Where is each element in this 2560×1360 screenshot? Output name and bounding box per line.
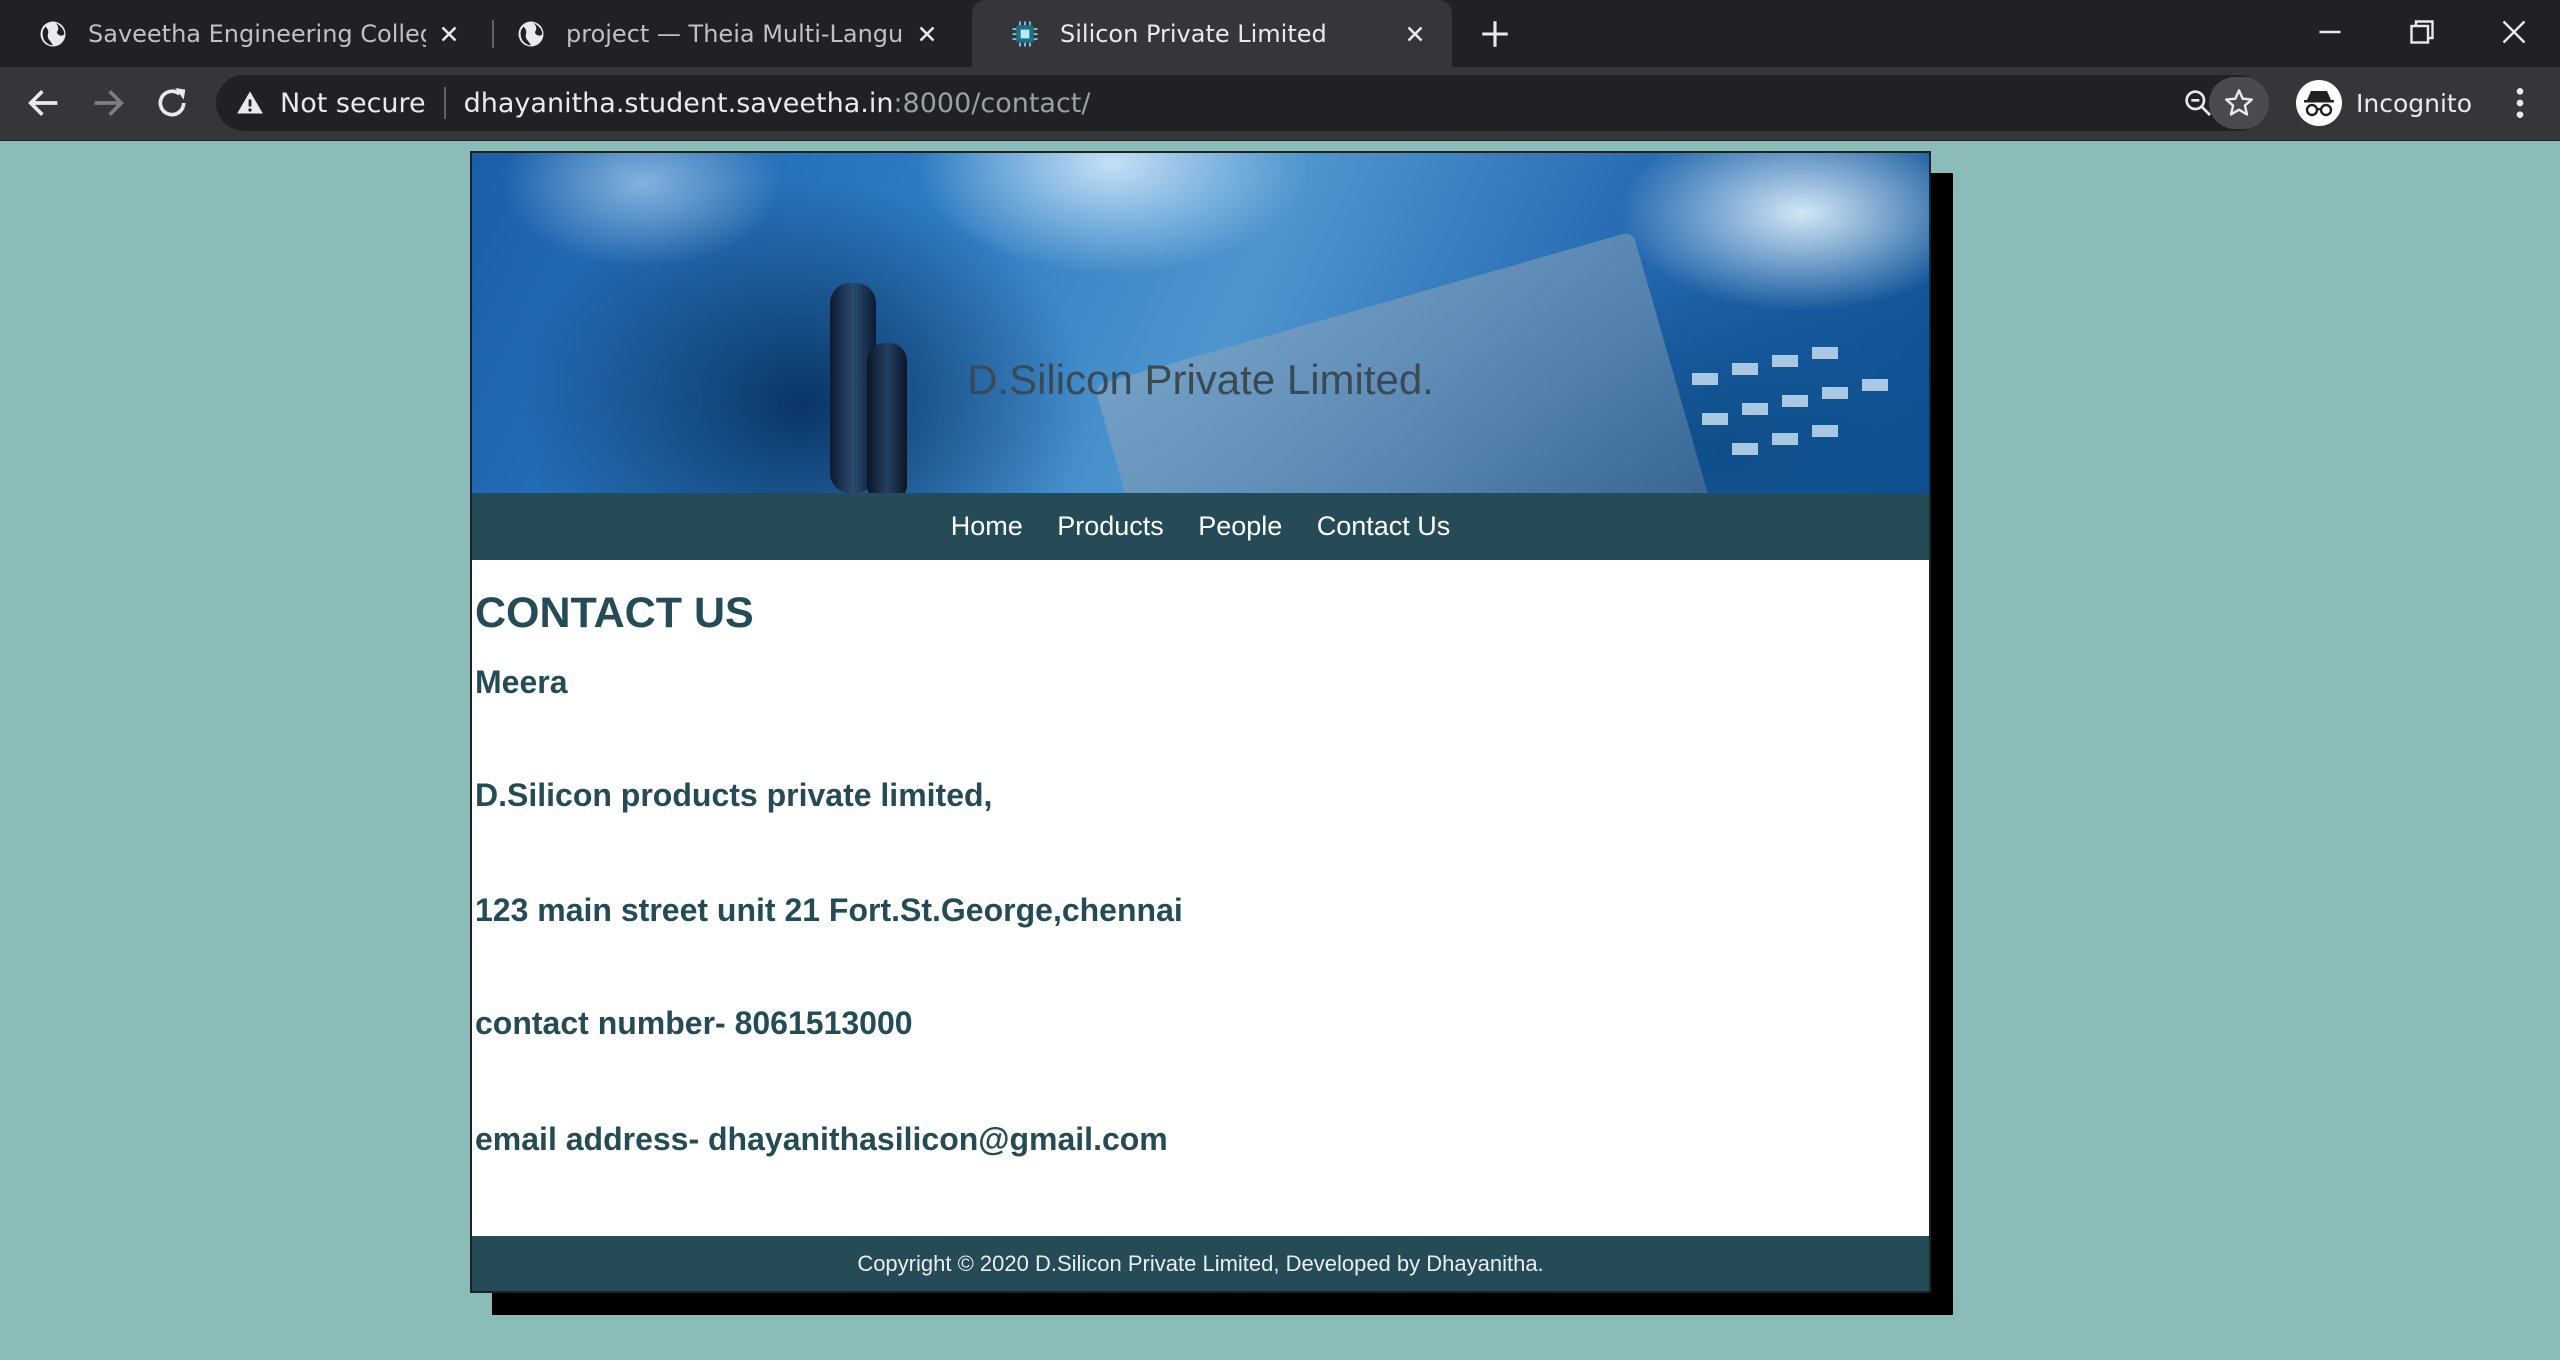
forward-arrow-icon[interactable]	[88, 83, 128, 123]
minimize-window-icon[interactable]	[2312, 14, 2348, 50]
incognito-profile-button[interactable]: Incognito	[2290, 75, 2474, 131]
warning-icon	[237, 91, 263, 114]
address-bar[interactable]: Not secure dhayanitha.student.saveetha.i…	[216, 75, 2266, 131]
footer-copyright: Copyright © 2020 D.Silicon Private Limit…	[472, 1236, 1929, 1291]
bookmark-star-button[interactable]	[2209, 77, 2269, 129]
close-window-icon[interactable]	[2496, 14, 2532, 50]
nav-link-products[interactable]: Products	[1057, 493, 1164, 560]
close-tab-icon[interactable]	[1402, 21, 1428, 47]
url-host: dhayanitha.student.saveetha.in	[463, 87, 894, 119]
tab-theia-project[interactable]: project — Theia Multi-Language	[478, 0, 964, 67]
tab-silicon-private-limited[interactable]: Silicon Private Limited	[972, 0, 1452, 67]
browser-tab-strip: Saveetha Engineering College project — T…	[0, 0, 2560, 67]
banner-site-title: D.Silicon Private Limited.	[967, 356, 1434, 403]
security-status-label[interactable]: Not secure	[280, 88, 426, 119]
reload-icon[interactable]	[152, 83, 192, 123]
header-banner-image: D.Silicon Private Limited.	[472, 153, 1929, 493]
tab-saveetha-college[interactable]: Saveetha Engineering College	[0, 0, 486, 67]
url-path: :8000/contact/	[893, 87, 1091, 119]
tab-title: Silicon Private Limited	[1060, 19, 1327, 48]
page-heading: CONTACT US	[475, 589, 754, 637]
star-icon	[2225, 89, 2253, 116]
tab-title: project — Theia Multi-Language	[566, 19, 904, 48]
globe-icon	[40, 21, 66, 46]
browser-toolbar: Not secure dhayanitha.student.saveetha.i…	[0, 67, 2560, 141]
restore-window-icon[interactable]	[2404, 14, 2440, 50]
incognito-icon	[2304, 91, 2334, 117]
contact-name: Meera	[475, 664, 568, 700]
main-nav: Home Products People Contact Us	[472, 493, 1929, 560]
tab-title: Saveetha Engineering College	[88, 19, 426, 48]
contact-phone: contact number- 8061513000	[475, 1005, 913, 1041]
address-divider	[443, 87, 446, 119]
close-tab-icon[interactable]	[914, 21, 940, 47]
nav-link-people[interactable]: People	[1198, 493, 1282, 560]
incognito-avatar	[2296, 80, 2342, 126]
contact-email: email address- dhayanithasilicon@gmail.c…	[475, 1121, 1168, 1157]
contact-company: D.Silicon products private limited,	[475, 777, 993, 813]
kebab-menu-icon[interactable]	[2500, 83, 2540, 123]
globe-icon	[518, 21, 544, 46]
incognito-label: Incognito	[2356, 88, 2473, 118]
chip-favicon-icon	[1012, 21, 1038, 46]
back-arrow-icon[interactable]	[24, 83, 64, 123]
contact-address: 123 main street unit 21 Fort.St.George,c…	[475, 892, 1183, 928]
new-tab-icon[interactable]	[1478, 17, 1512, 51]
nav-link-home[interactable]: Home	[951, 493, 1023, 560]
nav-link-contact-us[interactable]: Contact Us	[1317, 493, 1451, 560]
site-container: D.Silicon Private Limited. Home Products…	[470, 151, 1931, 1293]
close-tab-icon[interactable]	[436, 21, 462, 47]
